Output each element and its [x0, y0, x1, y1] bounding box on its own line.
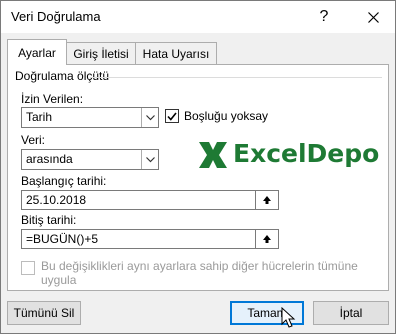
tab-settings-label: Ayarlar	[18, 45, 56, 60]
start-date-label: Başlangıç tarihi:	[21, 174, 107, 188]
allow-label: İzin Verilen:	[21, 92, 84, 106]
settings-panel: Doğrulama ölçütü İzin Verilen: Tarih Boş…	[7, 64, 389, 291]
data-validation-dialog: Veri Doğrulama ? Ayarlar Giriş İletisi H…	[0, 0, 396, 334]
window-title: Veri Doğrulama	[11, 9, 101, 24]
ignore-blank-checkbox[interactable]	[165, 109, 179, 123]
start-date-field[interactable]: 25.10.2018	[21, 190, 279, 210]
end-date-label: Bitiş tarihi:	[21, 213, 77, 227]
end-date-field[interactable]: =BUGÜN()+5	[21, 229, 279, 249]
ignore-blank-label[interactable]: Boşluğu yoksay	[184, 109, 268, 123]
allow-dropdown[interactable]: Tarih	[21, 107, 159, 128]
tab-error-alert-label: Hata Uyarısı	[142, 46, 210, 61]
title-bar: Veri Doğrulama ?	[1, 1, 395, 33]
collapse-range-icon	[263, 235, 271, 243]
data-label: Veri:	[21, 133, 46, 147]
data-dropdown[interactable]: arasında	[21, 149, 159, 170]
group-divider	[90, 77, 382, 78]
collapse-range-icon	[263, 196, 271, 204]
start-date-range-button[interactable]	[255, 191, 278, 209]
tab-input-message-label: Giriş İletisi	[73, 46, 129, 61]
start-date-value: 25.10.2018	[26, 193, 87, 207]
clear-all-button[interactable]: Tümünü Sil	[7, 301, 81, 325]
cancel-label: İptal	[339, 306, 363, 320]
criteria-group-title: Doğrulama ölçütü	[15, 69, 110, 83]
chevron-down-icon	[145, 156, 155, 162]
end-date-range-button[interactable]	[255, 230, 278, 248]
tab-error-alert[interactable]: Hata Uyarısı	[135, 42, 217, 64]
excel-x-icon	[199, 142, 227, 168]
chevron-down-icon	[145, 114, 155, 120]
mouse-cursor-icon	[281, 307, 296, 328]
exceldepo-logo: ExcelDepo	[197, 137, 380, 173]
close-icon	[367, 11, 379, 23]
data-dropdown-arrow[interactable]	[141, 150, 158, 169]
close-button[interactable]	[357, 3, 389, 31]
tab-settings[interactable]: Ayarlar	[7, 39, 67, 65]
clear-all-label: Tümünü Sil	[13, 306, 75, 320]
help-icon: ?	[319, 8, 329, 25]
apply-all-checkbox[interactable]	[21, 261, 35, 275]
end-date-value: =BUGÜN()+5	[26, 232, 99, 246]
allow-dropdown-arrow[interactable]	[141, 108, 158, 127]
logo-text: ExcelDepo	[233, 139, 380, 168]
cancel-button[interactable]: İptal	[313, 301, 389, 325]
tab-input-message[interactable]: Giriş İletisi	[64, 42, 138, 64]
apply-all-label-line1: Bu değişiklikleri aynı ayarlara sahip di…	[41, 259, 358, 273]
data-value: arasında	[26, 152, 73, 166]
allow-value: Tarih	[26, 110, 53, 124]
apply-all-label-line2: uygula	[41, 273, 77, 287]
checkmark-icon	[167, 112, 177, 121]
help-button[interactable]: ?	[309, 3, 339, 31]
